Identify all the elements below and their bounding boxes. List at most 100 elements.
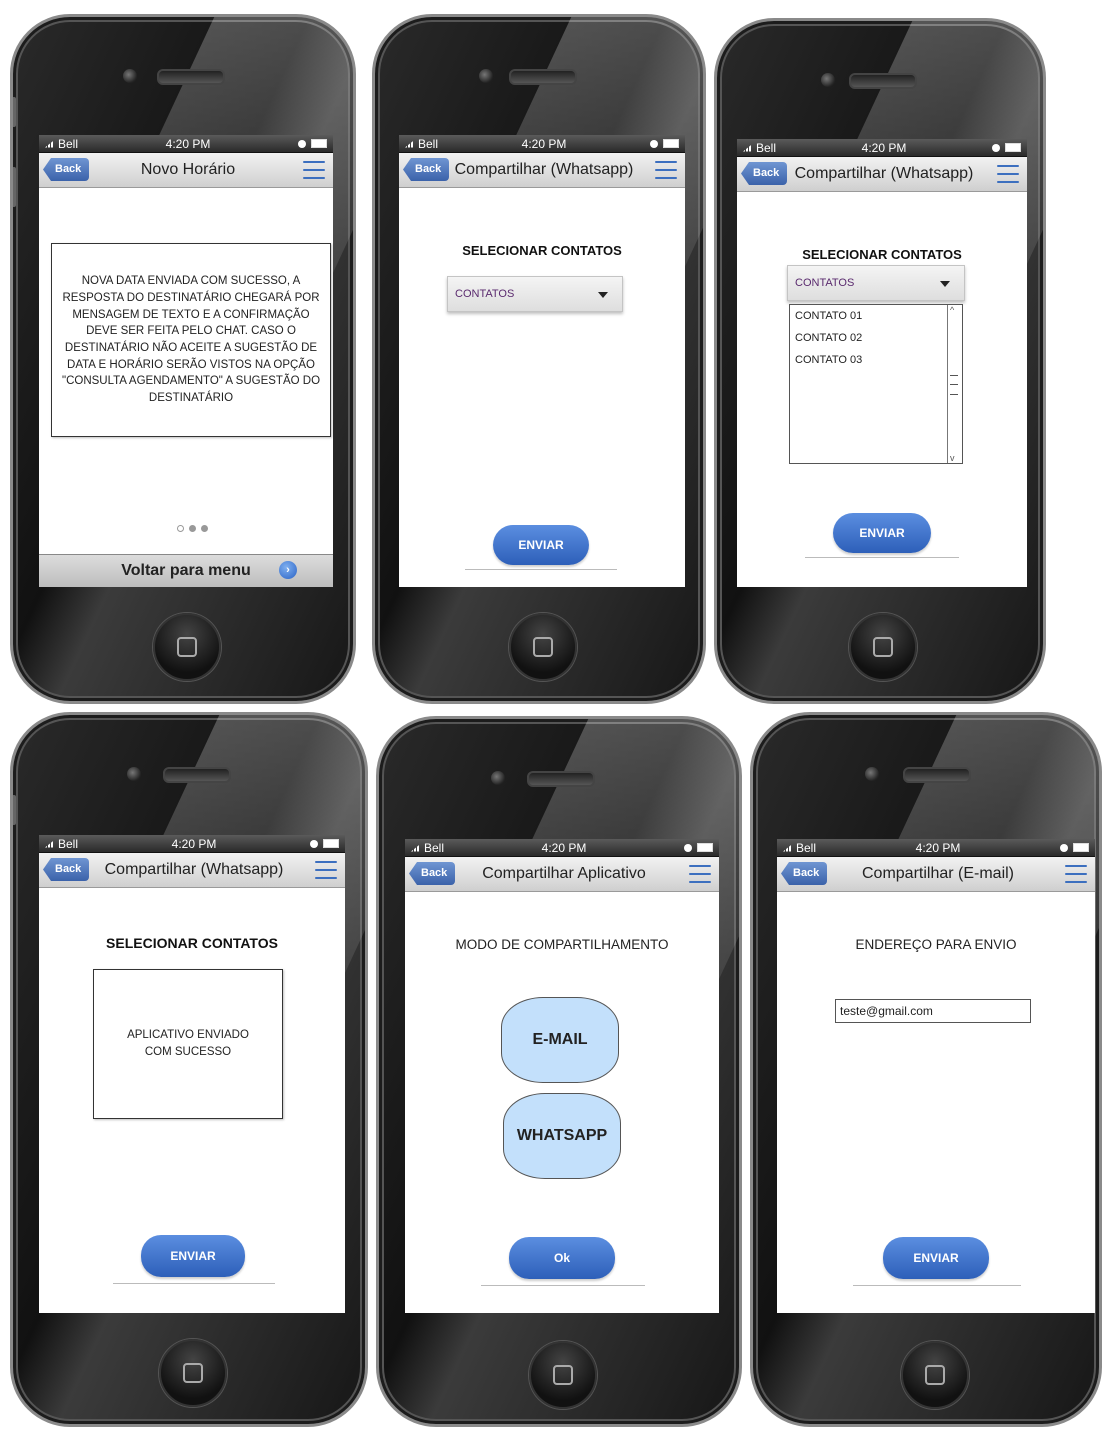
hamburger-menu-icon[interactable]	[1065, 865, 1087, 883]
section-heading: SELECIONAR CONTATOS	[462, 243, 622, 258]
contacts-dropdown[interactable]: CONTATOS	[447, 276, 623, 312]
contacts-dropdown[interactable]: CONTATOS	[787, 265, 965, 301]
scrollbar[interactable]: ^ v	[947, 305, 962, 463]
section-heading: ENDEREÇO PARA ENVIO	[855, 937, 1017, 952]
list-item[interactable]: CONTATO 02	[790, 327, 962, 349]
camera-icon	[127, 767, 141, 781]
signal-icon	[411, 843, 421, 852]
hamburger-menu-icon[interactable]	[997, 165, 1019, 183]
lock-icon	[684, 843, 692, 852]
home-button[interactable]	[159, 1339, 227, 1407]
send-button[interactable]: ENVIAR	[883, 1237, 989, 1279]
status-bar: Bell 4:20 PM	[399, 135, 685, 153]
screen: Bell 4:20 PM Back Novo Horário NOVA DATA…	[39, 135, 333, 587]
back-to-menu-label: Voltar para menu	[121, 562, 251, 579]
home-button[interactable]	[509, 613, 577, 681]
nav-bar: Back Compartilhar (Whatsapp)	[737, 157, 1027, 192]
battery-icon	[663, 139, 679, 148]
status-bar: Bell 4:20 PM	[737, 139, 1027, 157]
scroll-up-icon[interactable]: ^	[950, 305, 954, 315]
battery-icon	[697, 843, 713, 852]
speaker-grille	[849, 73, 917, 89]
status-time: 4:20 PM	[861, 140, 907, 155]
screen: Bell 4:20 PM Back Compartilhar (E-mail) …	[777, 839, 1095, 1313]
back-to-menu-bar[interactable]: Voltar para menu ›	[39, 554, 333, 587]
list-item[interactable]: CONTATO 01	[790, 305, 962, 327]
status-time: 4:20 PM	[165, 136, 211, 151]
signal-icon	[405, 139, 415, 148]
status-time: 4:20 PM	[521, 136, 567, 151]
back-button[interactable]: Back	[403, 158, 450, 181]
camera-icon	[123, 69, 137, 83]
speaker-grille	[527, 771, 595, 787]
back-button[interactable]: Back	[741, 162, 788, 185]
carrier-label: Bell	[418, 136, 439, 151]
dropdown-label: CONTATOS	[455, 288, 515, 300]
camera-icon	[821, 73, 835, 87]
send-button[interactable]: ENVIAR	[141, 1235, 245, 1277]
hamburger-menu-icon[interactable]	[315, 861, 337, 879]
back-button[interactable]: Back	[43, 158, 90, 181]
lock-icon	[992, 143, 1000, 152]
email-field[interactable]: teste@gmail.com	[835, 999, 1031, 1023]
carrier-label: Bell	[756, 140, 777, 155]
caret-down-icon	[598, 292, 608, 298]
section-heading: SELECIONAR CONTATOS	[106, 935, 278, 951]
status-time: 4:20 PM	[171, 836, 217, 851]
success-message: APLICATIVO ENVIADO COM SUCESSO	[93, 969, 283, 1119]
back-button[interactable]: Back	[781, 862, 828, 885]
success-message: NOVA DATA ENVIADA COM SUCESSO, A RESPOST…	[51, 243, 331, 437]
battery-icon	[1073, 843, 1089, 852]
speaker-grille	[509, 69, 577, 85]
dropdown-label: CONTATOS	[795, 277, 855, 289]
back-button[interactable]: Back	[43, 858, 90, 881]
nav-bar: Back Compartilhar (Whatsapp)	[39, 853, 345, 888]
carrier-label: Bell	[796, 840, 817, 855]
back-button[interactable]: Back	[409, 862, 456, 885]
phone-frame: Bell 4:20 PM Back Compartilhar (E-mail) …	[750, 712, 1102, 1427]
carrier-label: Bell	[58, 136, 79, 151]
home-button[interactable]	[901, 1341, 969, 1409]
hamburger-menu-icon[interactable]	[303, 161, 325, 179]
battery-icon	[323, 839, 339, 848]
divider	[853, 1285, 1021, 1286]
home-button[interactable]	[529, 1341, 597, 1409]
battery-icon	[1005, 143, 1021, 152]
lock-icon	[1060, 843, 1068, 852]
carrier-label: Bell	[58, 836, 79, 851]
hamburger-menu-icon[interactable]	[655, 161, 677, 179]
contacts-list[interactable]: CONTATO 01 CONTATO 02 CONTATO 03 ^ v	[789, 304, 963, 464]
home-button[interactable]	[153, 613, 221, 681]
phone-frame: Bell 4:20 PM Back Compartilhar (Whatsapp…	[714, 18, 1046, 704]
status-bar: Bell 4:20 PM	[39, 135, 333, 153]
signal-icon	[45, 839, 55, 848]
send-button[interactable]: ENVIAR	[833, 513, 931, 553]
speaker-grille	[163, 767, 231, 783]
carrier-label: Bell	[424, 840, 445, 855]
screen: Bell 4:20 PM Back Compartilhar (Whatsapp…	[39, 835, 345, 1313]
home-button[interactable]	[849, 613, 917, 681]
ok-button[interactable]: Ok	[509, 1237, 615, 1279]
lock-icon	[298, 139, 306, 148]
list-item[interactable]: CONTATO 03	[790, 349, 962, 371]
scroll-grip[interactable]	[950, 375, 958, 395]
status-bar: Bell 4:20 PM	[39, 835, 345, 853]
status-time: 4:20 PM	[915, 840, 961, 855]
signal-icon	[783, 843, 793, 852]
send-button[interactable]: ENVIAR	[493, 525, 589, 565]
nav-bar: Back Compartilhar (E-mail)	[777, 857, 1095, 892]
lock-icon	[310, 839, 318, 848]
signal-icon	[45, 139, 55, 148]
email-option-button[interactable]: E-MAIL	[501, 997, 619, 1083]
hamburger-menu-icon[interactable]	[689, 865, 711, 883]
status-bar: Bell 4:20 PM	[405, 839, 719, 857]
scroll-down-icon[interactable]: v	[950, 453, 955, 463]
lock-icon	[650, 139, 658, 148]
section-heading: MODO DE COMPARTILHAMENTO	[455, 937, 669, 952]
phone-frame: Bell 4:20 PM Back Novo Horário NOVA DATA…	[10, 14, 356, 704]
whatsapp-option-button[interactable]: WHATSAPP	[503, 1093, 621, 1179]
arrow-right-circle-icon[interactable]: ›	[279, 561, 297, 579]
speaker-grille	[157, 69, 225, 85]
divider	[465, 569, 617, 570]
caret-down-icon	[940, 281, 950, 287]
